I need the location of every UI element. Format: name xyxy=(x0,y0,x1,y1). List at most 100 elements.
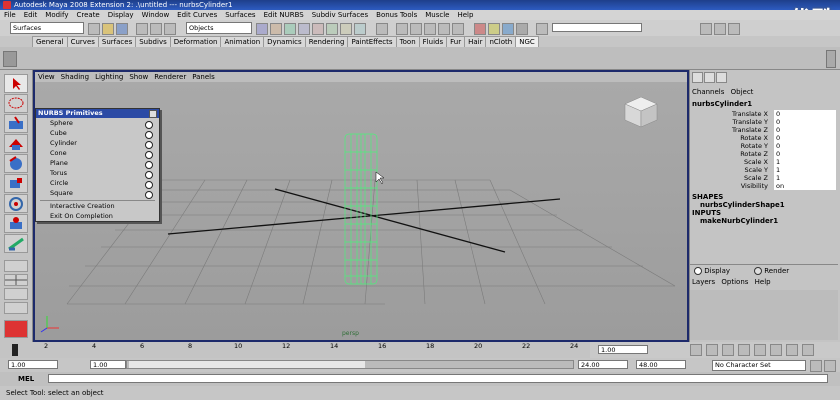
channel-value[interactable]: 1 xyxy=(774,158,836,166)
channel-translate-x[interactable]: Translate X 0 xyxy=(690,110,838,118)
panel-menu-lighting[interactable]: Lighting xyxy=(92,72,126,82)
channel-value[interactable]: 0 xyxy=(774,110,836,118)
history-icon[interactable] xyxy=(474,23,486,35)
go-to-start-icon[interactable] xyxy=(690,344,702,356)
new-scene-icon[interactable] xyxy=(88,23,100,35)
shelf-tab-fluids[interactable]: Fluids xyxy=(418,36,448,47)
shelf-tab-ngc[interactable]: NGC xyxy=(515,36,539,47)
shelf-tab-curves[interactable]: Curves xyxy=(66,36,99,47)
layer-list[interactable] xyxy=(690,290,838,340)
shelf-tab-painteffects[interactable]: PaintEffects xyxy=(347,36,397,47)
channel-translate-z[interactable]: Translate Z 0 xyxy=(690,126,838,134)
step-back-frame-icon[interactable] xyxy=(722,344,734,356)
current-time-marker[interactable] xyxy=(12,344,18,356)
cone-option-box-icon[interactable] xyxy=(145,151,153,159)
channel-value[interactable]: 1 xyxy=(774,174,836,182)
plane-option-box-icon[interactable] xyxy=(145,161,153,169)
channel-value[interactable]: 1 xyxy=(774,166,836,174)
menu-edit-nurbs[interactable]: Edit NURBS xyxy=(260,10,308,20)
channel-value[interactable]: 0 xyxy=(774,118,836,126)
lasso-tool-icon[interactable] xyxy=(4,94,28,113)
end-time-field[interactable]: 48.00 xyxy=(636,360,686,369)
shelf-tab-subdivs[interactable]: Subdivs xyxy=(135,36,171,47)
open-scene-icon[interactable] xyxy=(102,23,114,35)
shelf-scroll-icon[interactable] xyxy=(826,50,836,68)
step-forward-key-icon[interactable] xyxy=(786,344,798,356)
shelf-tab-hair[interactable]: Hair xyxy=(464,36,487,47)
start-time-field[interactable]: 1.00 xyxy=(8,360,58,369)
move-tool-icon[interactable] xyxy=(4,134,28,153)
snap-point-icon[interactable] xyxy=(424,23,436,35)
layer-tab-render[interactable]: Render xyxy=(754,267,789,275)
menu-item-circle[interactable]: Circle xyxy=(50,179,68,188)
channel-rotate-y[interactable]: Rotate Y 0 xyxy=(690,142,838,150)
shelf-tab-dynamics[interactable]: Dynamics xyxy=(263,36,306,47)
select-by-render-icon[interactable] xyxy=(340,23,352,35)
object-mode-icon[interactable] xyxy=(150,23,162,35)
shelf-tab-ncloth[interactable]: nCloth xyxy=(485,36,517,47)
menu-item-sphere[interactable]: Sphere xyxy=(50,119,73,128)
torus-option-box-icon[interactable] xyxy=(145,171,153,179)
menu-file[interactable]: File xyxy=(0,10,20,20)
options-menu[interactable]: Options xyxy=(721,278,748,286)
make-live-icon[interactable] xyxy=(452,23,464,35)
channel-scale-z[interactable]: Scale Z 1 xyxy=(690,174,838,182)
panel-menu-panels[interactable]: Panels xyxy=(189,72,218,82)
show-tool-settings-icon[interactable] xyxy=(714,23,726,35)
panel-menu-view[interactable]: View xyxy=(35,72,58,82)
channel-scale-y[interactable]: Scale Y 1 xyxy=(690,166,838,174)
component-mode-icon[interactable] xyxy=(164,23,176,35)
panel-menu-renderer[interactable]: Renderer xyxy=(151,72,189,82)
soft-mod-tool-icon[interactable] xyxy=(4,214,28,233)
channel-visibility[interactable]: Visibility on xyxy=(690,182,838,190)
channel-value[interactable]: 0 xyxy=(774,126,836,134)
close-icon[interactable] xyxy=(149,110,157,118)
channel-box-mode-icon[interactable] xyxy=(692,72,703,83)
menu-item-cone[interactable]: Cone xyxy=(50,149,67,158)
shelf-tab-animation[interactable]: Animation xyxy=(220,36,265,47)
menu-muscle[interactable]: Muscle xyxy=(421,10,453,20)
circle-option-box-icon[interactable] xyxy=(145,181,153,189)
menu-surfaces[interactable]: Surfaces xyxy=(221,10,259,20)
menu-item-cylinder[interactable]: Cylinder xyxy=(50,139,77,148)
panel-menu-shading[interactable]: Shading xyxy=(58,72,92,82)
quick-input-field[interactable] xyxy=(552,23,642,32)
time-slider[interactable]: 2 4 6 8 10 12 14 16 18 20 22 24 1.00 xyxy=(0,342,840,358)
paint-select-tool-icon[interactable] xyxy=(4,114,28,133)
channel-translate-y[interactable]: Translate Y 0 xyxy=(690,118,838,126)
render-view-icon[interactable] xyxy=(4,320,28,338)
attribute-editor-mode-icon[interactable] xyxy=(704,72,715,83)
menu-bonus-tools[interactable]: Bonus Tools xyxy=(372,10,421,20)
channel-value[interactable]: 0 xyxy=(774,134,836,142)
shelf-tab-rendering[interactable]: Rendering xyxy=(304,36,349,47)
layers-menu[interactable]: Layers xyxy=(692,278,715,286)
menu-edit-curves[interactable]: Edit Curves xyxy=(173,10,221,20)
channels-menu[interactable]: Channels xyxy=(692,88,724,96)
panel-menu-show[interactable]: Show xyxy=(126,72,151,82)
single-view-layout-icon[interactable] xyxy=(4,260,28,272)
menu-edit[interactable]: Edit xyxy=(20,10,42,20)
cylinder-option-box-icon[interactable] xyxy=(145,141,153,149)
object-menu[interactable]: Object xyxy=(731,88,754,96)
hierarchy-mode-icon[interactable] xyxy=(136,23,148,35)
render-frame-icon[interactable] xyxy=(488,23,500,35)
snap-view-plane-icon[interactable] xyxy=(438,23,450,35)
shelf-tab-general[interactable]: General xyxy=(32,36,68,47)
go-to-end-icon[interactable] xyxy=(802,344,814,356)
selection-mode-dropdown[interactable]: Objects xyxy=(186,22,252,34)
shelf-tab-toon[interactable]: Toon xyxy=(395,36,420,47)
channel-rotate-x[interactable]: Rotate X 0 xyxy=(690,134,838,142)
select-by-dynamic-icon[interactable] xyxy=(326,23,338,35)
menu-item-exit-on-completion[interactable]: Exit On Completion xyxy=(50,212,113,221)
shape-node-name[interactable]: nurbsCylinderShape1 xyxy=(700,201,785,209)
manipulator-tool-icon[interactable] xyxy=(4,194,28,213)
ipr-render-icon[interactable] xyxy=(502,23,514,35)
four-view-layout-icon[interactable] xyxy=(4,274,28,286)
shelf-tab-fur[interactable]: Fur xyxy=(446,36,466,47)
menu-item-plane[interactable]: Plane xyxy=(50,159,68,168)
shelf-menu-icon[interactable] xyxy=(3,51,17,67)
select-by-surface-icon[interactable] xyxy=(298,23,310,35)
shelf-tab-deformation[interactable]: Deformation xyxy=(169,36,222,47)
cube-option-box-icon[interactable] xyxy=(145,131,153,139)
menu-subdiv-surfaces[interactable]: Subdiv Surfaces xyxy=(308,10,372,20)
